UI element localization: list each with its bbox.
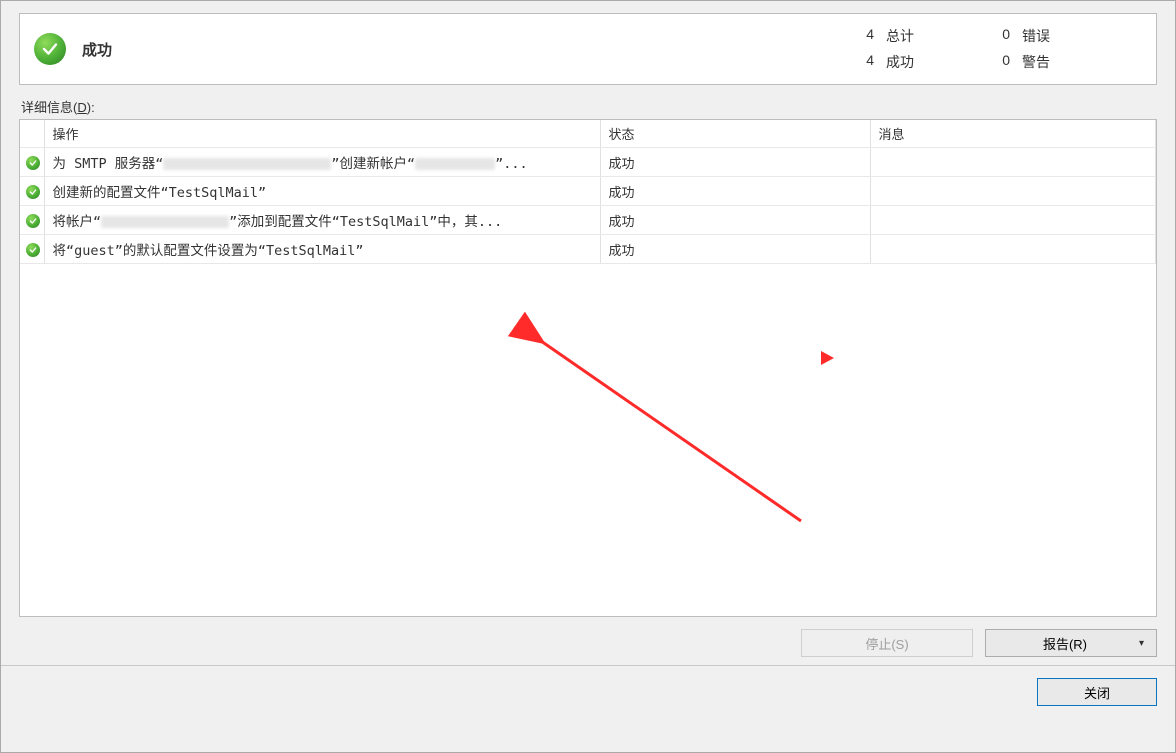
row-status-cell: 成功 [600, 148, 870, 177]
error-label: 错误 [1022, 26, 1082, 46]
redacted-text [415, 158, 495, 170]
row-message-cell [870, 148, 1156, 177]
total-label: 总计 [886, 26, 966, 46]
col-header-operation[interactable]: 操作 [44, 120, 600, 148]
progress-dialog: 成功 4 总计 0 错误 4 成功 0 警告 详细信息(D): [0, 0, 1176, 753]
details-table-container: 操作 状态 消息 为 SMTP 服务器“”创建新帐户“”...成功创建新的配置文… [19, 119, 1157, 617]
col-header-icon[interactable] [20, 120, 44, 148]
success-count: 4 [838, 52, 878, 72]
error-count: 0 [974, 26, 1014, 46]
close-button[interactable]: 关闭 [1037, 678, 1157, 706]
col-header-message[interactable]: 消息 [870, 120, 1156, 148]
stop-button: 停止(S) [801, 629, 973, 657]
row-status-cell: 成功 [600, 235, 870, 264]
dialog-body: 成功 4 总计 0 错误 4 成功 0 警告 详细信息(D): [1, 1, 1175, 665]
details-table: 操作 状态 消息 为 SMTP 服务器“”创建新帐户“”...成功创建新的配置文… [20, 120, 1156, 264]
details-label-underline: D [77, 100, 86, 115]
summary-title: 成功 [82, 39, 112, 60]
details-label-suffix: ): [87, 100, 95, 115]
details-label: 详细信息(D): [21, 97, 1157, 116]
row-message-cell [870, 206, 1156, 235]
row-operation-cell: 将“guest”的默认配置文件设置为“TestSqlMail” [44, 235, 600, 264]
row-status-icon-cell [20, 206, 44, 235]
row-status-icon-cell [20, 177, 44, 206]
success-icon [34, 33, 66, 65]
row-operation-cell: 将帐户“”添加到配置文件“TestSqlMail”中，其... [44, 206, 600, 235]
warning-count: 0 [974, 52, 1014, 72]
row-message-cell [870, 235, 1156, 264]
row-status-icon-cell [20, 235, 44, 264]
table-row[interactable]: 将“guest”的默认配置文件设置为“TestSqlMail”成功 [20, 235, 1156, 264]
action-button-row: 停止(S) 报告(R) [19, 617, 1157, 665]
row-status-cell: 成功 [600, 177, 870, 206]
summary-left: 成功 [34, 33, 838, 65]
row-operation-cell: 创建新的配置文件“TestSqlMail” [44, 177, 600, 206]
report-button[interactable]: 报告(R) [985, 629, 1157, 657]
success-small-icon [26, 243, 40, 257]
redacted-text [163, 158, 331, 170]
success-label: 成功 [886, 52, 966, 72]
success-small-icon [26, 214, 40, 228]
total-count: 4 [838, 26, 878, 46]
summary-panel: 成功 4 总计 0 错误 4 成功 0 警告 [19, 13, 1157, 85]
table-row[interactable]: 为 SMTP 服务器“”创建新帐户“”...成功 [20, 148, 1156, 177]
col-header-status[interactable]: 状态 [600, 120, 870, 148]
redacted-text [101, 216, 229, 228]
success-small-icon [26, 156, 40, 170]
success-small-icon [26, 185, 40, 199]
table-row[interactable]: 将帐户“”添加到配置文件“TestSqlMail”中，其...成功 [20, 206, 1156, 235]
footer-button-row: 关闭 [1, 665, 1175, 720]
row-operation-cell: 为 SMTP 服务器“”创建新帐户“”... [44, 148, 600, 177]
table-row[interactable]: 创建新的配置文件“TestSqlMail”成功 [20, 177, 1156, 206]
row-status-cell: 成功 [600, 206, 870, 235]
details-label-prefix: 详细信息( [21, 100, 77, 115]
warning-label: 警告 [1022, 52, 1082, 72]
row-message-cell [870, 177, 1156, 206]
row-status-icon-cell [20, 148, 44, 177]
summary-stats: 4 总计 0 错误 4 成功 0 警告 [838, 26, 1082, 72]
